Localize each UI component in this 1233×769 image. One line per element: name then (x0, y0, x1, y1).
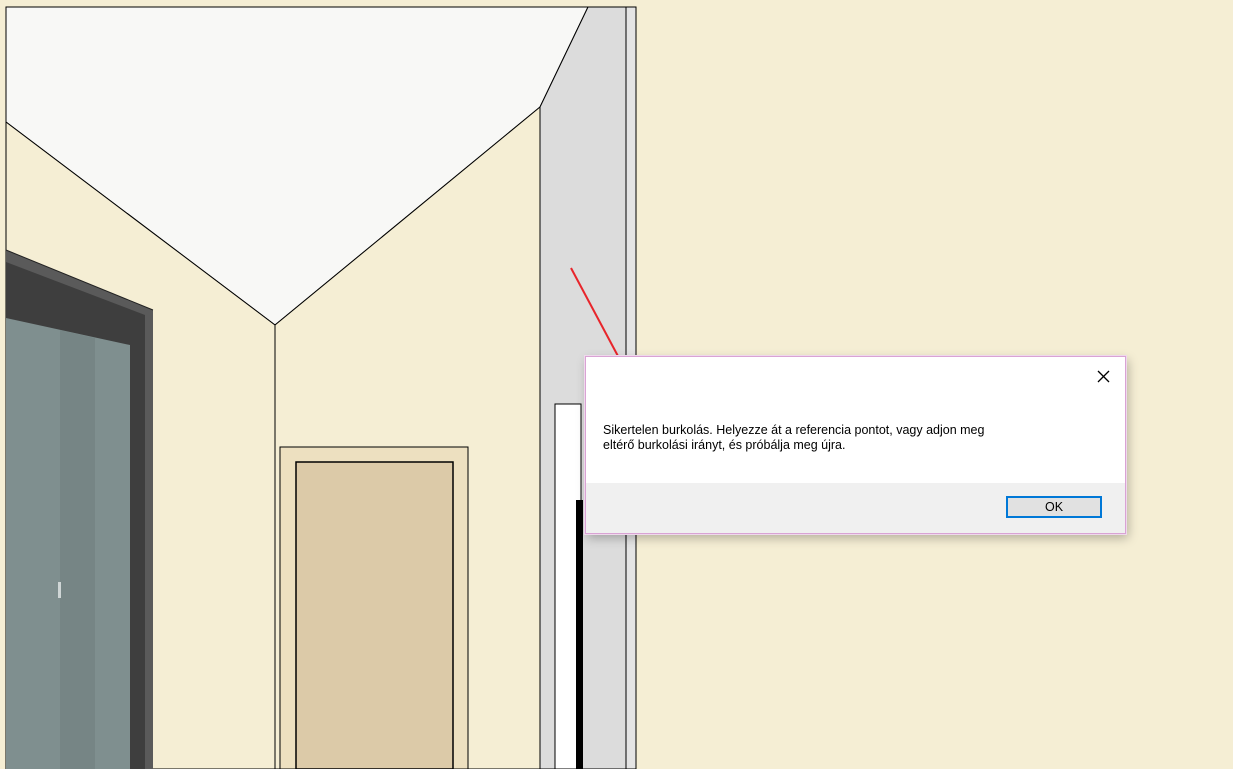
column-shadow (576, 500, 583, 769)
close-button[interactable] (1092, 365, 1114, 387)
close-icon (1097, 370, 1109, 382)
dialog-footer: OK (586, 483, 1125, 533)
error-dialog: Sikertelen burkolás. Helyezze át a refer… (585, 356, 1126, 534)
window-handle (58, 582, 61, 598)
door-leaf (295, 461, 454, 769)
error-message: Sikertelen burkolás. Helyezze át a refer… (603, 423, 985, 452)
window-glass-reflection (60, 330, 95, 769)
ok-button[interactable]: OK (1006, 496, 1102, 518)
